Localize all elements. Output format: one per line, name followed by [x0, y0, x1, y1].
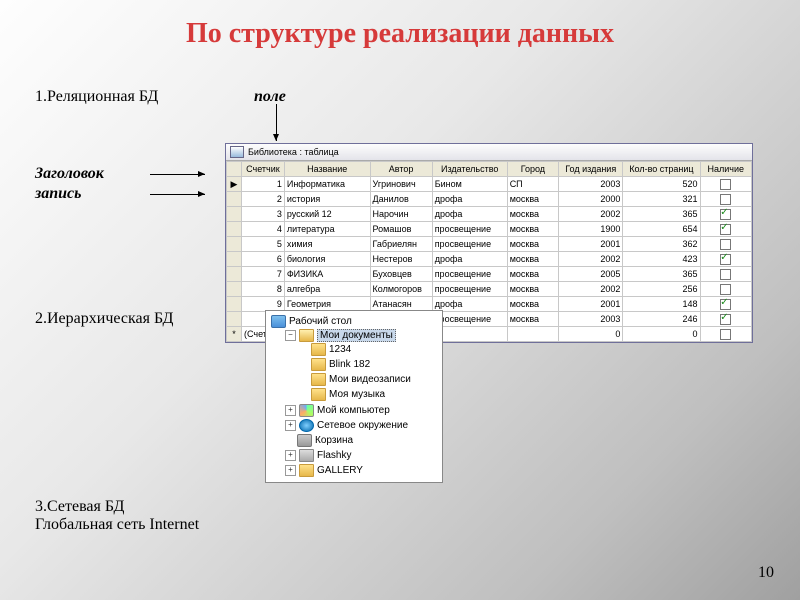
computer-icon [299, 404, 314, 417]
section-3-label: 3.Сетевая БД [35, 498, 199, 516]
section-1-label: 1.Реляционная БД [35, 88, 158, 106]
trash-icon [297, 434, 312, 447]
col-pages[interactable]: Кол-во страниц [623, 162, 700, 177]
table-row[interactable]: 4литератураРомашовпросвещениемосква19006… [227, 222, 752, 237]
collapse-icon[interactable]: − [285, 330, 296, 341]
table-row[interactable]: ▶1ИнформатикаУгриновичБиномСП2003520 [227, 177, 752, 192]
arrow-field [276, 104, 277, 141]
section-3: 3.Сетевая БД Глобальная сеть Internet [35, 498, 199, 534]
tree-item[interactable]: Моя музыка [299, 387, 439, 402]
col-year[interactable]: Год издания [559, 162, 623, 177]
row-header-corner [227, 162, 242, 177]
section-3-sub: Глобальная сеть Internet [35, 516, 199, 534]
col-avail[interactable]: Наличие [700, 162, 751, 177]
expand-icon[interactable]: + [285, 420, 296, 431]
arrow-record [150, 194, 205, 195]
tree-trash[interactable]: Корзина [285, 433, 439, 448]
folder-icon [311, 343, 326, 356]
table-row[interactable]: 7ФИЗИКАБуховцевпросвещениемосква2005365 [227, 267, 752, 282]
col-name[interactable]: Название [284, 162, 370, 177]
window-titlebar[interactable]: Библиотека : таблица [226, 144, 752, 161]
slide-title: По структуре реализации данных [0, 0, 800, 50]
tree-desktop[interactable]: Рабочий стол −Мои документы 1234Blink 18… [271, 314, 439, 479]
page-number: 10 [758, 564, 774, 582]
desktop-icon [271, 315, 286, 328]
folder-tree[interactable]: Рабочий стол −Мои документы 1234Blink 18… [265, 310, 443, 483]
arrow-header [150, 174, 205, 175]
table-row[interactable]: 6биологияНестеровдрофамосква2002423 [227, 252, 752, 267]
tree-item[interactable]: 1234 [299, 342, 439, 357]
tree-my-documents[interactable]: −Мои документы 1234Blink 182Мои видеозап… [285, 328, 439, 403]
col-publisher[interactable]: Издательство [432, 162, 507, 177]
tree-item[interactable]: Мои видеозаписи [299, 372, 439, 387]
tree-flashky[interactable]: +Flashky [285, 448, 439, 463]
tree-item[interactable]: Blink 182 [299, 357, 439, 372]
folder-open-icon [299, 329, 314, 342]
expand-icon[interactable]: + [285, 405, 296, 416]
header-annotation: Заголовок [35, 165, 104, 183]
tree-my-computer[interactable]: +Мой компьютер [285, 403, 439, 418]
table-row[interactable]: 5химияГабриелянпросвещениемосква2001362 [227, 237, 752, 252]
table-row[interactable]: 8алгебраКолмогоровпросвещениемосква20022… [227, 282, 752, 297]
folder-icon [299, 464, 314, 477]
field-annotation: поле [254, 88, 286, 106]
tree-network[interactable]: +Сетевое окружение [285, 418, 439, 433]
folder-icon [311, 388, 326, 401]
col-counter[interactable]: Счетчик [242, 162, 285, 177]
tree-gallery[interactable]: +GALLERY [285, 463, 439, 478]
expand-icon[interactable]: + [285, 465, 296, 476]
col-author[interactable]: Автор [370, 162, 432, 177]
table-row[interactable]: 2историяДаниловдрофамосква2000321 [227, 192, 752, 207]
folder-icon [311, 373, 326, 386]
record-annotation: запись [35, 185, 81, 203]
expand-icon[interactable]: + [285, 450, 296, 461]
table-icon [230, 146, 244, 158]
section-2-label: 2.Иерархическая БД [35, 310, 173, 328]
network-icon [299, 419, 314, 432]
table-row[interactable]: 3русский 12Нарочиндрофамосква2002365 [227, 207, 752, 222]
col-city[interactable]: Город [507, 162, 558, 177]
window-title-text: Библиотека : таблица [248, 147, 339, 157]
flash-icon [299, 449, 314, 462]
folder-icon [311, 358, 326, 371]
